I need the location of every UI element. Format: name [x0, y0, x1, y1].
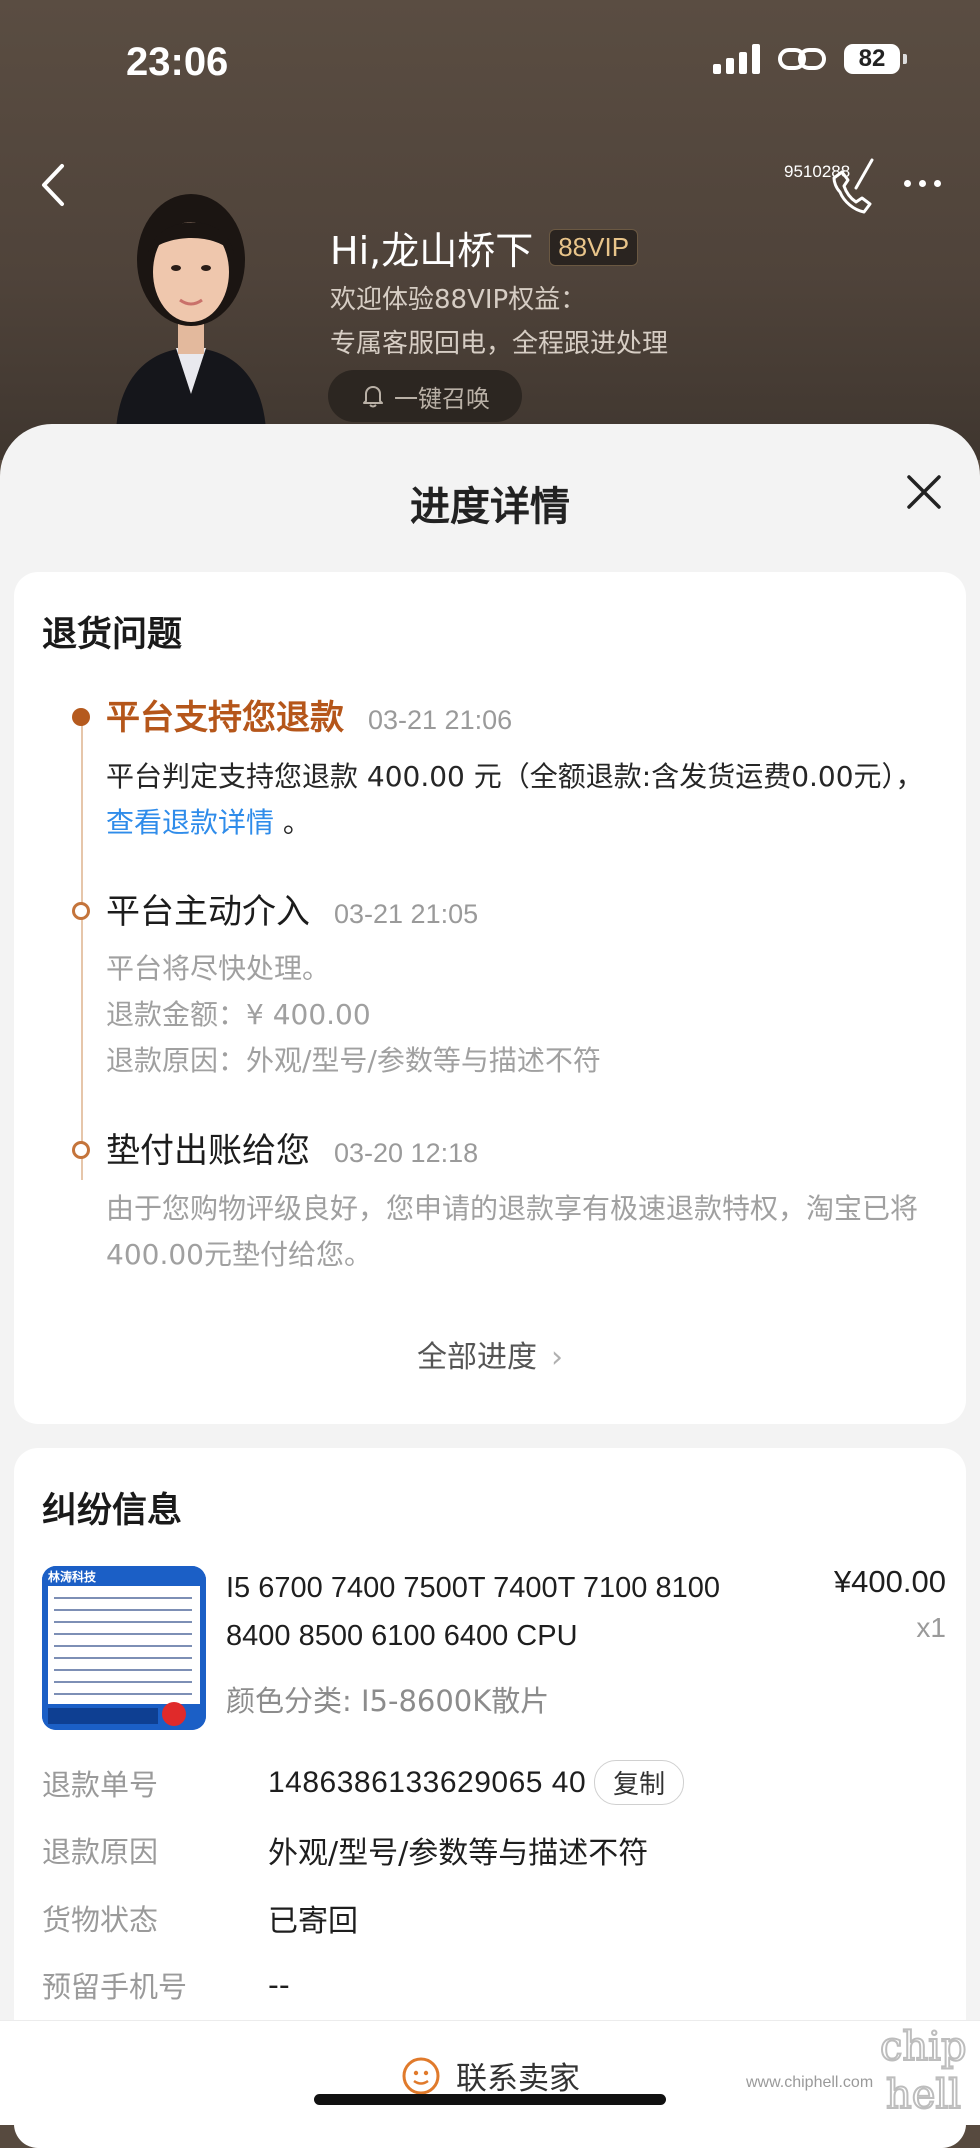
progress-detail-sheet: 进度详情 退货问题 平台支持您退款 03-21 21:06 平台判定支持您退款 …	[0, 424, 980, 2148]
product-quantity: x1	[916, 1612, 946, 1643]
event-body: 由于您购物评级良好，您申请的退款享有极速退款特权，淘宝已将400.00元垫付给您…	[106, 1192, 919, 1271]
bottom-action-bar: 联系卖家	[0, 2020, 980, 2125]
timeline-event-header: 平台主动介入 03-21 21:05	[106, 884, 478, 933]
svg-text:chip: chip	[880, 2024, 967, 2070]
vip-badge: 88VIP	[549, 229, 639, 266]
event-title: 平台主动介入	[106, 892, 310, 932]
signal-icon	[713, 44, 760, 74]
timeline-dot	[72, 902, 90, 920]
event-time: 03-20 12:18	[334, 1138, 479, 1168]
info-row-reason: 退款原因 外观/型号/参数等与描述不符	[42, 1828, 942, 1872]
return-progress-card: 退货问题 平台支持您退款 03-21 21:06 平台判定支持您退款 400.0…	[14, 572, 966, 1424]
timeline-dot-active	[72, 708, 90, 726]
product-title[interactable]: I5 6700 7400 7500T 7400T 7100 8100 8400 …	[226, 1564, 786, 1660]
timeline-dot	[72, 1141, 90, 1159]
timeline-event-header: 平台支持您退款 03-21 21:06	[106, 690, 512, 739]
more-icon[interactable]	[904, 180, 941, 187]
timeline-line	[81, 720, 83, 1180]
timeline-event-header: 垫付出账给您 03-20 12:18	[106, 1123, 478, 1172]
battery-indicator: 82	[844, 44, 907, 74]
product-sku: 颜色分类: I5-8600K散片	[226, 1684, 550, 1718]
info-row-refund-id: 退款单号 1486386133629065 40 复制	[42, 1760, 942, 1805]
product-price: ¥400.00	[833, 1564, 946, 1599]
back-icon[interactable]	[38, 162, 68, 208]
chevron-right-icon: ›	[551, 1340, 563, 1375]
event-time: 03-21 21:05	[334, 899, 479, 929]
all-progress-link[interactable]: 全部进度 ›	[14, 1332, 966, 1376]
event-body: 平台判定支持您退款 400.00 元（全额退款:含发货运费0.00元）， 查看退…	[106, 754, 936, 846]
subtitle-line2: 专属客服回电，全程跟进处理	[330, 329, 669, 359]
event-line: 退款原因：外观/型号/参数等与描述不符	[106, 1044, 601, 1077]
all-progress-label: 全部进度	[417, 1340, 537, 1375]
subtitle-line1: 欢迎体验88VIP权益：	[330, 285, 587, 315]
bell-icon	[363, 386, 383, 408]
event-line: 平台将尽快处理。	[106, 952, 331, 985]
status-time: 23:06	[126, 40, 229, 84]
site-watermark: www.chiphell.com	[746, 2074, 874, 2091]
copy-button[interactable]: 复制	[594, 1760, 685, 1805]
home-indicator	[314, 2094, 666, 2105]
hotspot-link-icon	[778, 48, 826, 70]
row-label: 货物状态	[42, 1903, 159, 1937]
greeting-subtitle: 欢迎体验88VIP权益： 专属客服回电，全程跟进处理	[330, 278, 668, 366]
row-value: --	[268, 1967, 290, 2003]
svg-text:hell: hell	[886, 2072, 961, 2118]
refund-detail-link[interactable]: 查看退款详情	[106, 806, 274, 839]
summon-label: 一键召唤	[394, 384, 490, 413]
contact-seller-label: 联系卖家	[456, 2061, 580, 2097]
event-time: 03-21 21:06	[368, 705, 513, 735]
row-label: 退款原因	[42, 1835, 159, 1869]
status-icons: 82	[713, 44, 907, 74]
row-value: 外观/型号/参数等与描述不符	[268, 1836, 649, 1871]
product-image[interactable]: 林涛科技	[42, 1566, 206, 1730]
refund-id-value: 1486386133629065 40	[268, 1765, 587, 1799]
greeting-row: Hi,龙山桥下 88VIP	[330, 220, 639, 275]
phone-callback-icon[interactable]	[826, 152, 890, 216]
product-thumbnail-graphic	[42, 1566, 206, 1730]
row-label: 退款单号	[42, 1767, 159, 1802]
service-agent-avatar	[116, 194, 266, 430]
event-title: 垫付出账给您	[106, 1131, 310, 1171]
close-icon[interactable]	[904, 472, 944, 512]
event-body: 平台将尽快处理。 退款金额：¥ 400.00 退款原因：外观/型号/参数等与描述…	[106, 946, 936, 1084]
summon-button[interactable]: 一键召唤	[328, 370, 522, 422]
card-heading: 退货问题	[42, 615, 183, 655]
card-heading: 纠纷信息	[42, 1491, 183, 1531]
row-value: 已寄回	[268, 1904, 358, 1939]
event-body-text: 平台判定支持您退款 400.00 元（全额退款:含发货运费0.00元），	[106, 760, 924, 793]
product-image-caption: 林涛科技	[48, 1570, 97, 1584]
event-title: 平台支持您退款	[106, 698, 344, 738]
row-label: 预留手机号	[42, 1970, 188, 2004]
event-body-suffix: 。	[282, 806, 311, 839]
info-row-goods-status: 货物状态 已寄回	[42, 1896, 942, 1940]
chat-face-icon	[402, 2057, 440, 2094]
sheet-title: 进度详情	[410, 484, 570, 530]
greeting-title: Hi,龙山桥下	[330, 229, 534, 273]
info-row-phone: 预留手机号 --	[42, 1964, 942, 2006]
chiphell-logo: chip hell	[879, 2023, 968, 2119]
event-line: 退款金额：¥ 400.00	[106, 998, 371, 1031]
